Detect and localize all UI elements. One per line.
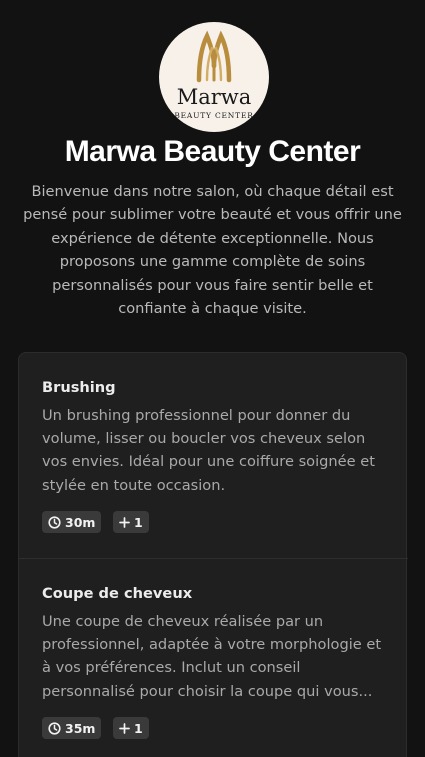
logo-emblem-icon: Marwa BEAUTY CENTER bbox=[174, 30, 253, 120]
duration-badge: 35m bbox=[42, 717, 102, 739]
clock-icon bbox=[48, 515, 61, 529]
services-card: Brushing Un brushing professionnel pour … bbox=[18, 352, 408, 757]
extra-badge: 1 bbox=[113, 511, 149, 533]
plus-icon bbox=[119, 516, 130, 528]
duration-value: 35m bbox=[65, 720, 96, 736]
service-description: Une coupe de cheveux réalisée par un pro… bbox=[42, 613, 382, 700]
duration-badge: 30m bbox=[42, 511, 102, 533]
extra-value: 1 bbox=[134, 514, 143, 530]
plus-icon bbox=[119, 722, 130, 734]
extra-badge: 1 bbox=[113, 717, 149, 739]
duration-value: 30m bbox=[65, 514, 96, 530]
service-description: Un brushing professionnel pour donner du… bbox=[42, 407, 375, 494]
logo-text: Marwa bbox=[177, 85, 252, 109]
page: Marwa BEAUTY CENTER Marwa Beauty Center … bbox=[0, 0, 425, 757]
intro-text: Bienvenue dans notre salon, où chaque dé… bbox=[23, 183, 402, 318]
service-item[interactable]: Coupe de cheveux Une coupe de cheveux ré… bbox=[19, 559, 408, 757]
service-item[interactable]: Brushing Un brushing professionnel pour … bbox=[19, 353, 408, 558]
logo-subtext: BEAUTY CENTER bbox=[174, 111, 253, 120]
service-name: Brushing bbox=[42, 379, 116, 396]
extra-value: 1 bbox=[134, 720, 143, 736]
brand-logo: Marwa BEAUTY CENTER bbox=[159, 22, 269, 132]
service-name: Coupe de cheveux bbox=[42, 585, 193, 602]
page-title: Marwa Beauty Center bbox=[64, 135, 361, 168]
clock-icon bbox=[48, 721, 61, 735]
